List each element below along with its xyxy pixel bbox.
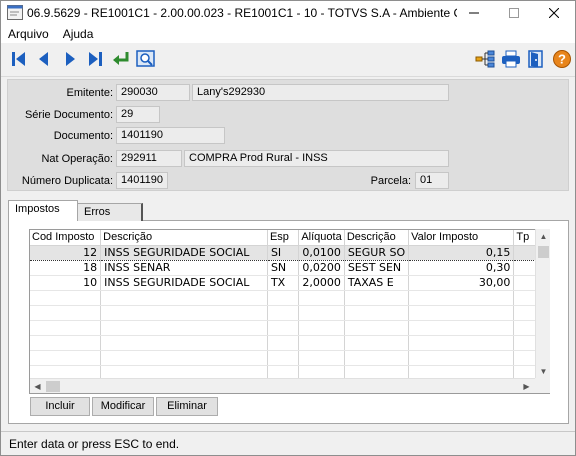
next-record-icon[interactable] bbox=[58, 47, 82, 71]
scroll-right-icon[interactable]: ▶ bbox=[519, 379, 534, 394]
tab-impostos[interactable]: Impostos bbox=[8, 200, 78, 221]
status-bar: Enter data or press ESC to end. bbox=[1, 431, 575, 455]
nat-operacao-label: Nat Operação: bbox=[41, 153, 113, 165]
cell-descricao: INSS SENAR bbox=[100, 260, 268, 276]
emitente-code-field[interactable]: 290030 bbox=[116, 84, 190, 101]
exit-door-icon[interactable] bbox=[524, 47, 548, 71]
numero-duplicata-label: Número Duplicata: bbox=[21, 175, 113, 187]
cell-cod-imposto: 12 bbox=[30, 244, 102, 261]
impostos-grid[interactable]: Cod Imposto Descrição Esp Alíquota Descr… bbox=[29, 229, 550, 394]
col-header-descricao-2[interactable]: Descrição bbox=[344, 230, 410, 246]
scroll-corner bbox=[535, 378, 550, 393]
cell-descricao-2: TAXAS E bbox=[344, 275, 410, 291]
cell-esp: TX bbox=[267, 275, 300, 291]
grid-horizontal-scrollbar[interactable]: ◀ ▶ bbox=[30, 378, 535, 393]
cell-valor-imposto: 0,30 bbox=[408, 260, 515, 276]
maximize-button[interactable] bbox=[494, 1, 534, 24]
empty-row bbox=[30, 320, 549, 336]
first-record-icon[interactable] bbox=[7, 47, 31, 71]
horizontal-scroll-thumb[interactable] bbox=[46, 381, 60, 392]
emitente-label: Emitente: bbox=[66, 87, 113, 99]
scroll-left-icon[interactable]: ◀ bbox=[30, 379, 45, 394]
col-header-cod-imposto[interactable]: Cod Imposto bbox=[30, 230, 102, 246]
cell-esp: SI bbox=[267, 244, 300, 261]
window-title: 06.9.5629 - RE1001C1 - 2.00.00.023 - RE1… bbox=[27, 6, 457, 20]
col-header-descricao[interactable]: Descrição bbox=[100, 230, 268, 246]
numero-duplicata-field[interactable]: 1401190 bbox=[116, 172, 168, 189]
empty-row bbox=[30, 290, 549, 306]
empty-row bbox=[30, 335, 549, 351]
minimize-button[interactable] bbox=[454, 1, 494, 24]
table-row[interactable]: 10 INSS SEGURIDADE SOCIAL TX 2,0000 TAXA… bbox=[30, 275, 549, 291]
toolbar: ? bbox=[1, 43, 575, 77]
help-icon[interactable]: ? bbox=[550, 47, 574, 71]
svg-text:?: ? bbox=[558, 52, 566, 67]
col-header-valor-imposto[interactable]: Valor Imposto bbox=[408, 230, 515, 246]
serie-documento-field[interactable]: 29 bbox=[116, 106, 160, 123]
cell-aliquota: 0,0200 bbox=[298, 260, 345, 276]
nat-operacao-desc-field[interactable]: COMPRA Prod Rural - INSS bbox=[184, 150, 449, 167]
cell-esp: SN bbox=[267, 260, 300, 276]
tree-view-icon[interactable] bbox=[473, 47, 497, 71]
parcela-field[interactable]: 01 bbox=[415, 172, 449, 189]
impostos-table: Cod Imposto Descrição Esp Alíquota Descr… bbox=[30, 230, 549, 381]
vertical-scroll-thumb[interactable] bbox=[538, 246, 549, 258]
search-icon[interactable] bbox=[134, 47, 158, 71]
empty-row bbox=[30, 350, 549, 366]
documento-label: Documento: bbox=[53, 130, 113, 142]
cell-descricao: INSS SEGURIDADE SOCIAL bbox=[100, 275, 268, 291]
eliminar-button[interactable]: Eliminar bbox=[156, 397, 218, 416]
menu-bar: Arquivo Ajuda bbox=[1, 24, 575, 43]
cell-aliquota: 0,0100 bbox=[298, 244, 345, 261]
table-row[interactable]: 18 INSS SENAR SN 0,0200 SEST SEN 0,30 6 bbox=[30, 260, 549, 276]
col-header-esp[interactable]: Esp bbox=[267, 230, 300, 246]
cell-aliquota: 2,0000 bbox=[298, 275, 345, 291]
scroll-down-icon[interactable]: ▼ bbox=[536, 364, 551, 379]
modificar-button[interactable]: Modificar bbox=[92, 397, 154, 416]
grid-vertical-scrollbar[interactable]: ▲ ▼ bbox=[535, 229, 550, 379]
cell-descricao-2: SEST SEN bbox=[344, 260, 410, 276]
cell-descricao-2: SEGUR SO bbox=[344, 244, 410, 261]
parcela-label: Parcela: bbox=[370, 175, 411, 187]
tab-erros[interactable]: Erros bbox=[77, 203, 143, 221]
incluir-button[interactable]: Incluir bbox=[30, 397, 90, 416]
cell-descricao: INSS SEGURIDADE SOCIAL bbox=[100, 244, 268, 261]
cell-cod-imposto: 10 bbox=[30, 275, 102, 291]
empty-row bbox=[30, 305, 549, 321]
menu-ajuda[interactable]: Ajuda bbox=[56, 27, 101, 41]
goto-return-icon[interactable] bbox=[109, 47, 133, 71]
cell-cod-imposto: 18 bbox=[30, 260, 102, 276]
print-icon[interactable] bbox=[499, 47, 523, 71]
emitente-name-field[interactable]: Lany's292930 bbox=[192, 84, 449, 101]
table-row[interactable]: 12 INSS SEGURIDADE SOCIAL SI 0,0100 SEGU… bbox=[30, 244, 549, 261]
cell-valor-imposto: 0,15 bbox=[408, 244, 515, 261]
close-button[interactable] bbox=[534, 1, 574, 24]
col-header-aliquota[interactable]: Alíquota bbox=[298, 230, 345, 246]
title-bar: 06.9.5629 - RE1001C1 - 2.00.00.023 - RE1… bbox=[1, 1, 575, 24]
grid-header-row: Cod Imposto Descrição Esp Alíquota Descr… bbox=[30, 230, 549, 246]
previous-record-icon[interactable] bbox=[32, 47, 56, 71]
menu-arquivo[interactable]: Arquivo bbox=[1, 27, 56, 41]
scroll-up-icon[interactable]: ▲ bbox=[536, 229, 551, 244]
serie-documento-label: Série Documento: bbox=[24, 109, 113, 121]
cell-valor-imposto: 30,00 bbox=[408, 275, 515, 291]
documento-field[interactable]: 1401190 bbox=[116, 127, 225, 144]
nat-operacao-code-field[interactable]: 292911 bbox=[116, 150, 182, 167]
app-window: 06.9.5629 - RE1001C1 - 2.00.00.023 - RE1… bbox=[0, 0, 576, 456]
app-icon bbox=[7, 5, 23, 20]
last-record-icon[interactable] bbox=[83, 47, 107, 71]
